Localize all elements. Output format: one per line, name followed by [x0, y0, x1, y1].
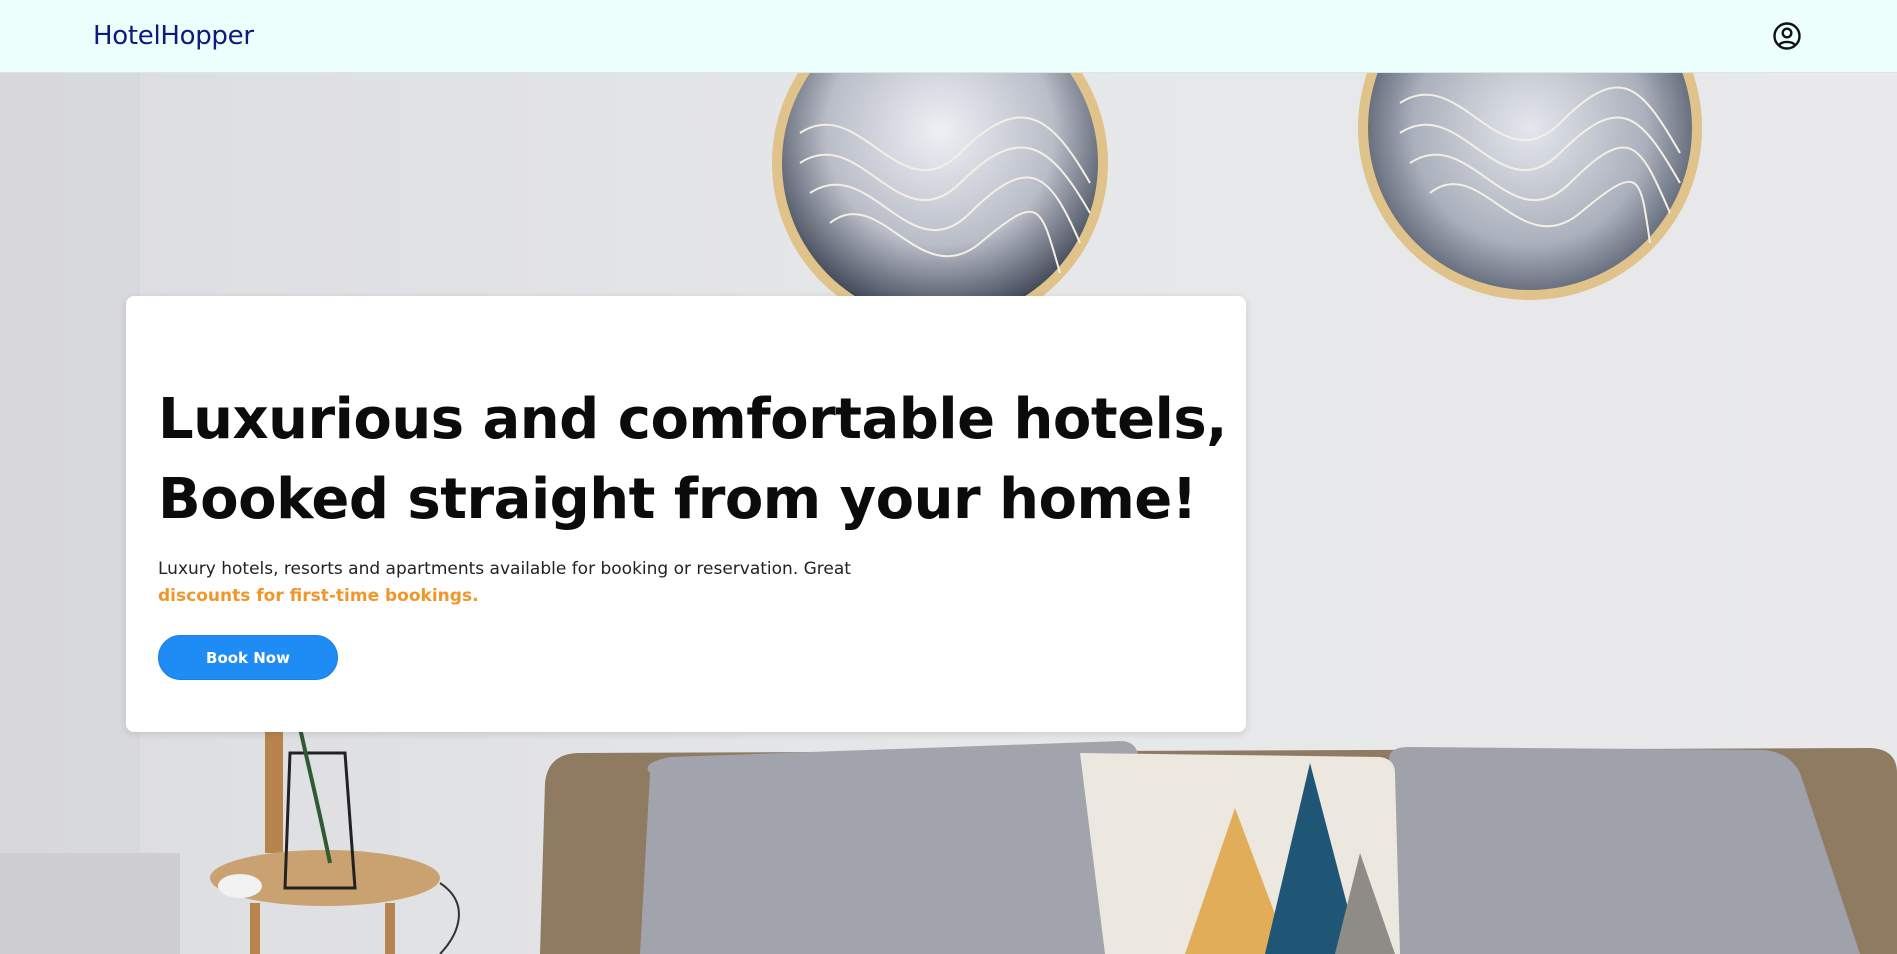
user-circle-icon [1773, 22, 1801, 50]
headline-line-1: Luxurious and comfortable hotels, [158, 387, 1227, 452]
brand-logo[interactable]: HotelHopper [93, 21, 254, 51]
top-navbar: HotelHopper [0, 0, 1897, 73]
hero-headline: Luxurious and comfortable hotels, Booked… [158, 380, 1246, 540]
hero-description: Luxury hotels, resorts and apartments av… [158, 556, 1246, 610]
headline-line-2: Booked straight from your home! [158, 467, 1197, 532]
sofa [540, 741, 1897, 954]
account-button[interactable] [1771, 20, 1803, 52]
hero-card: Luxurious and comfortable hotels, Booked… [126, 296, 1246, 732]
description-text: Luxury hotels, resorts and apartments av… [158, 559, 851, 579]
hero-section: Luxurious and comfortable hotels, Booked… [0, 73, 1897, 954]
book-now-button[interactable]: Book Now [158, 635, 338, 680]
discount-highlight: discounts for first-time bookings. [158, 586, 479, 606]
